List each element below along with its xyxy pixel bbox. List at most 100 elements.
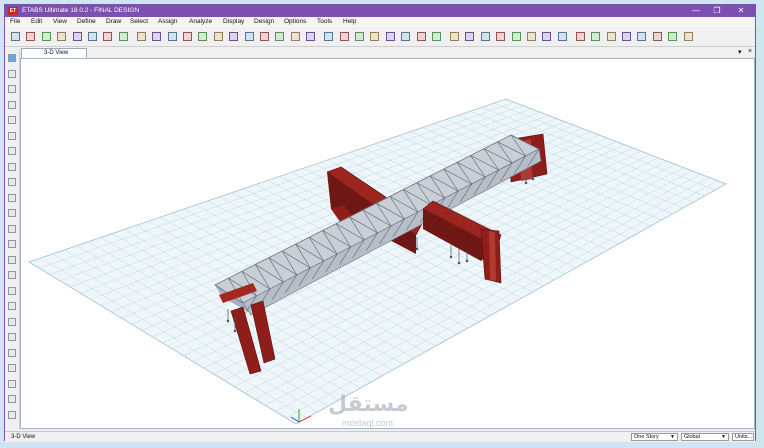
perspective-icon[interactable] [306,32,316,41]
set-display-icon[interactable] [355,32,364,41]
menu-define[interactable]: Define [77,18,96,25]
section-cut-icon[interactable] [527,32,536,41]
draw-dimension-icon[interactable] [8,240,16,248]
maximize-button[interactable]: ❐ [708,5,726,17]
snap-end-icon[interactable] [8,348,16,357]
zoom-out-icon[interactable] [167,32,177,41]
etabs-window: ET ETABS Ultimate 18.0.2 - FINAL DESIGN … [4,4,756,442]
open-icon[interactable] [26,32,36,41]
draw-brace-icon[interactable] [8,147,16,155]
new-model-icon[interactable] [11,32,20,41]
draw-tendon-icon[interactable] [8,302,16,310]
snap-perpendicular-icon[interactable] [8,395,16,403]
assign-shell-icon[interactable] [606,32,616,41]
reshape-icon[interactable] [8,69,16,78]
assign-load-icon[interactable] [591,32,601,41]
redo-icon[interactable] [72,32,82,41]
coordinate-system-select[interactable]: Global ▼ [681,433,729,441]
draw-cross-icon[interactable] [8,162,16,171]
grid-icon[interactable] [542,32,552,41]
draw-link-icon[interactable] [8,286,16,295]
area-icon[interactable] [511,32,521,41]
undo-icon[interactable] [57,32,67,41]
draw-column-icon[interactable] [8,116,16,124]
draw-wall-icon[interactable] [8,193,16,202]
snap-lines-icon[interactable] [8,410,16,419]
etabs-logo-icon: ET [8,7,18,15]
zoom-prev-icon[interactable] [198,32,208,41]
tab-3d-view[interactable]: 3-D View [21,48,87,58]
save-icon[interactable] [41,32,51,41]
menu-file[interactable]: File [10,18,20,25]
tab-close-icon[interactable]: × [748,48,752,55]
snap-grid-icon[interactable] [8,333,16,341]
menu-bar: File Edit View Define Draw Select Assign… [5,17,755,27]
column-icon[interactable] [465,32,475,41]
story-select[interactable]: One Story ▼ [631,433,678,441]
watermark-url: mostaql.com [342,418,394,428]
beam-icon[interactable] [450,32,459,41]
zoom-fit-icon[interactable] [183,32,192,41]
3d-view-icon[interactable] [275,32,285,41]
lock-icon[interactable] [103,32,113,41]
3d-model-viewport[interactable] [20,58,755,429]
move-down-icon[interactable] [339,32,349,41]
window-title: ETABS Ultimate 18.0.2 - FINAL DESIGN [22,7,140,14]
draw-line-icon[interactable] [8,85,16,93]
status-view-label: 3-D View [11,434,36,440]
pan-icon[interactable] [213,32,223,41]
menu-analyze[interactable]: Analyze [189,18,212,25]
design-steel-icon[interactable] [652,32,662,41]
move-up-icon[interactable] [324,32,334,41]
plan-view-icon[interactable] [244,32,254,41]
show-forces-icon[interactable] [637,32,647,41]
close-button[interactable]: ✕ [732,5,750,17]
status-bar: 3-D View One Story ▼ Global ▼ Units... [5,431,755,442]
design-concrete-icon[interactable] [668,32,678,41]
draw-frame-icon[interactable] [8,100,16,109]
menu-design[interactable]: Design [254,18,274,25]
menu-assign[interactable]: Assign [158,18,178,25]
tab-menu-dropdown-icon[interactable]: ▾ [738,48,742,56]
menu-edit[interactable]: Edit [31,18,42,25]
draw-area-icon[interactable] [8,178,16,186]
draw-slab-icon[interactable] [8,209,16,217]
model-3d-canvas[interactable] [21,59,754,428]
menu-help[interactable]: Help [343,18,356,25]
snap-intersection-icon[interactable] [8,379,16,388]
draw-opening-icon[interactable] [8,224,16,233]
draw-section-icon[interactable] [8,271,16,279]
assign-frame-icon[interactable] [575,32,585,41]
object-shapes-icon[interactable] [370,32,380,41]
menu-display[interactable]: Display [223,18,244,25]
pencil-icon[interactable] [88,32,97,41]
menu-view[interactable]: View [53,18,67,25]
display-options-icon[interactable] [385,32,395,41]
menu-tools[interactable]: Tools [317,18,332,25]
assign-joint-icon[interactable] [557,32,567,41]
draw-grid-icon[interactable] [8,255,16,264]
menu-select[interactable]: Select [130,18,148,25]
menu-draw[interactable]: Draw [106,18,121,25]
sphere-icon[interactable] [401,32,411,41]
wall-icon[interactable] [480,32,490,41]
units-button[interactable]: Units... [732,433,754,441]
rubber-icon[interactable] [229,32,239,41]
slab-icon[interactable] [496,32,506,41]
minimize-button[interactable]: — [687,5,705,17]
line-style-icon[interactable] [683,32,693,41]
pointer-icon[interactable] [8,54,16,62]
coord-system-value: Global [684,434,700,440]
show-deformed-icon[interactable] [622,32,631,41]
elev-view-icon[interactable] [260,32,269,41]
rotate-icon[interactable] [290,32,300,41]
frame-draw-icon[interactable] [416,32,426,41]
draw-beam-icon[interactable] [8,131,16,140]
zoom-in-icon[interactable] [136,32,146,41]
snap-mid-icon[interactable] [8,364,16,372]
snap-points-icon[interactable] [8,317,16,326]
run-icon[interactable] [118,32,128,41]
brace-icon[interactable] [432,32,441,41]
menu-options[interactable]: Options [284,18,306,25]
zoom-window-icon[interactable] [152,32,162,41]
